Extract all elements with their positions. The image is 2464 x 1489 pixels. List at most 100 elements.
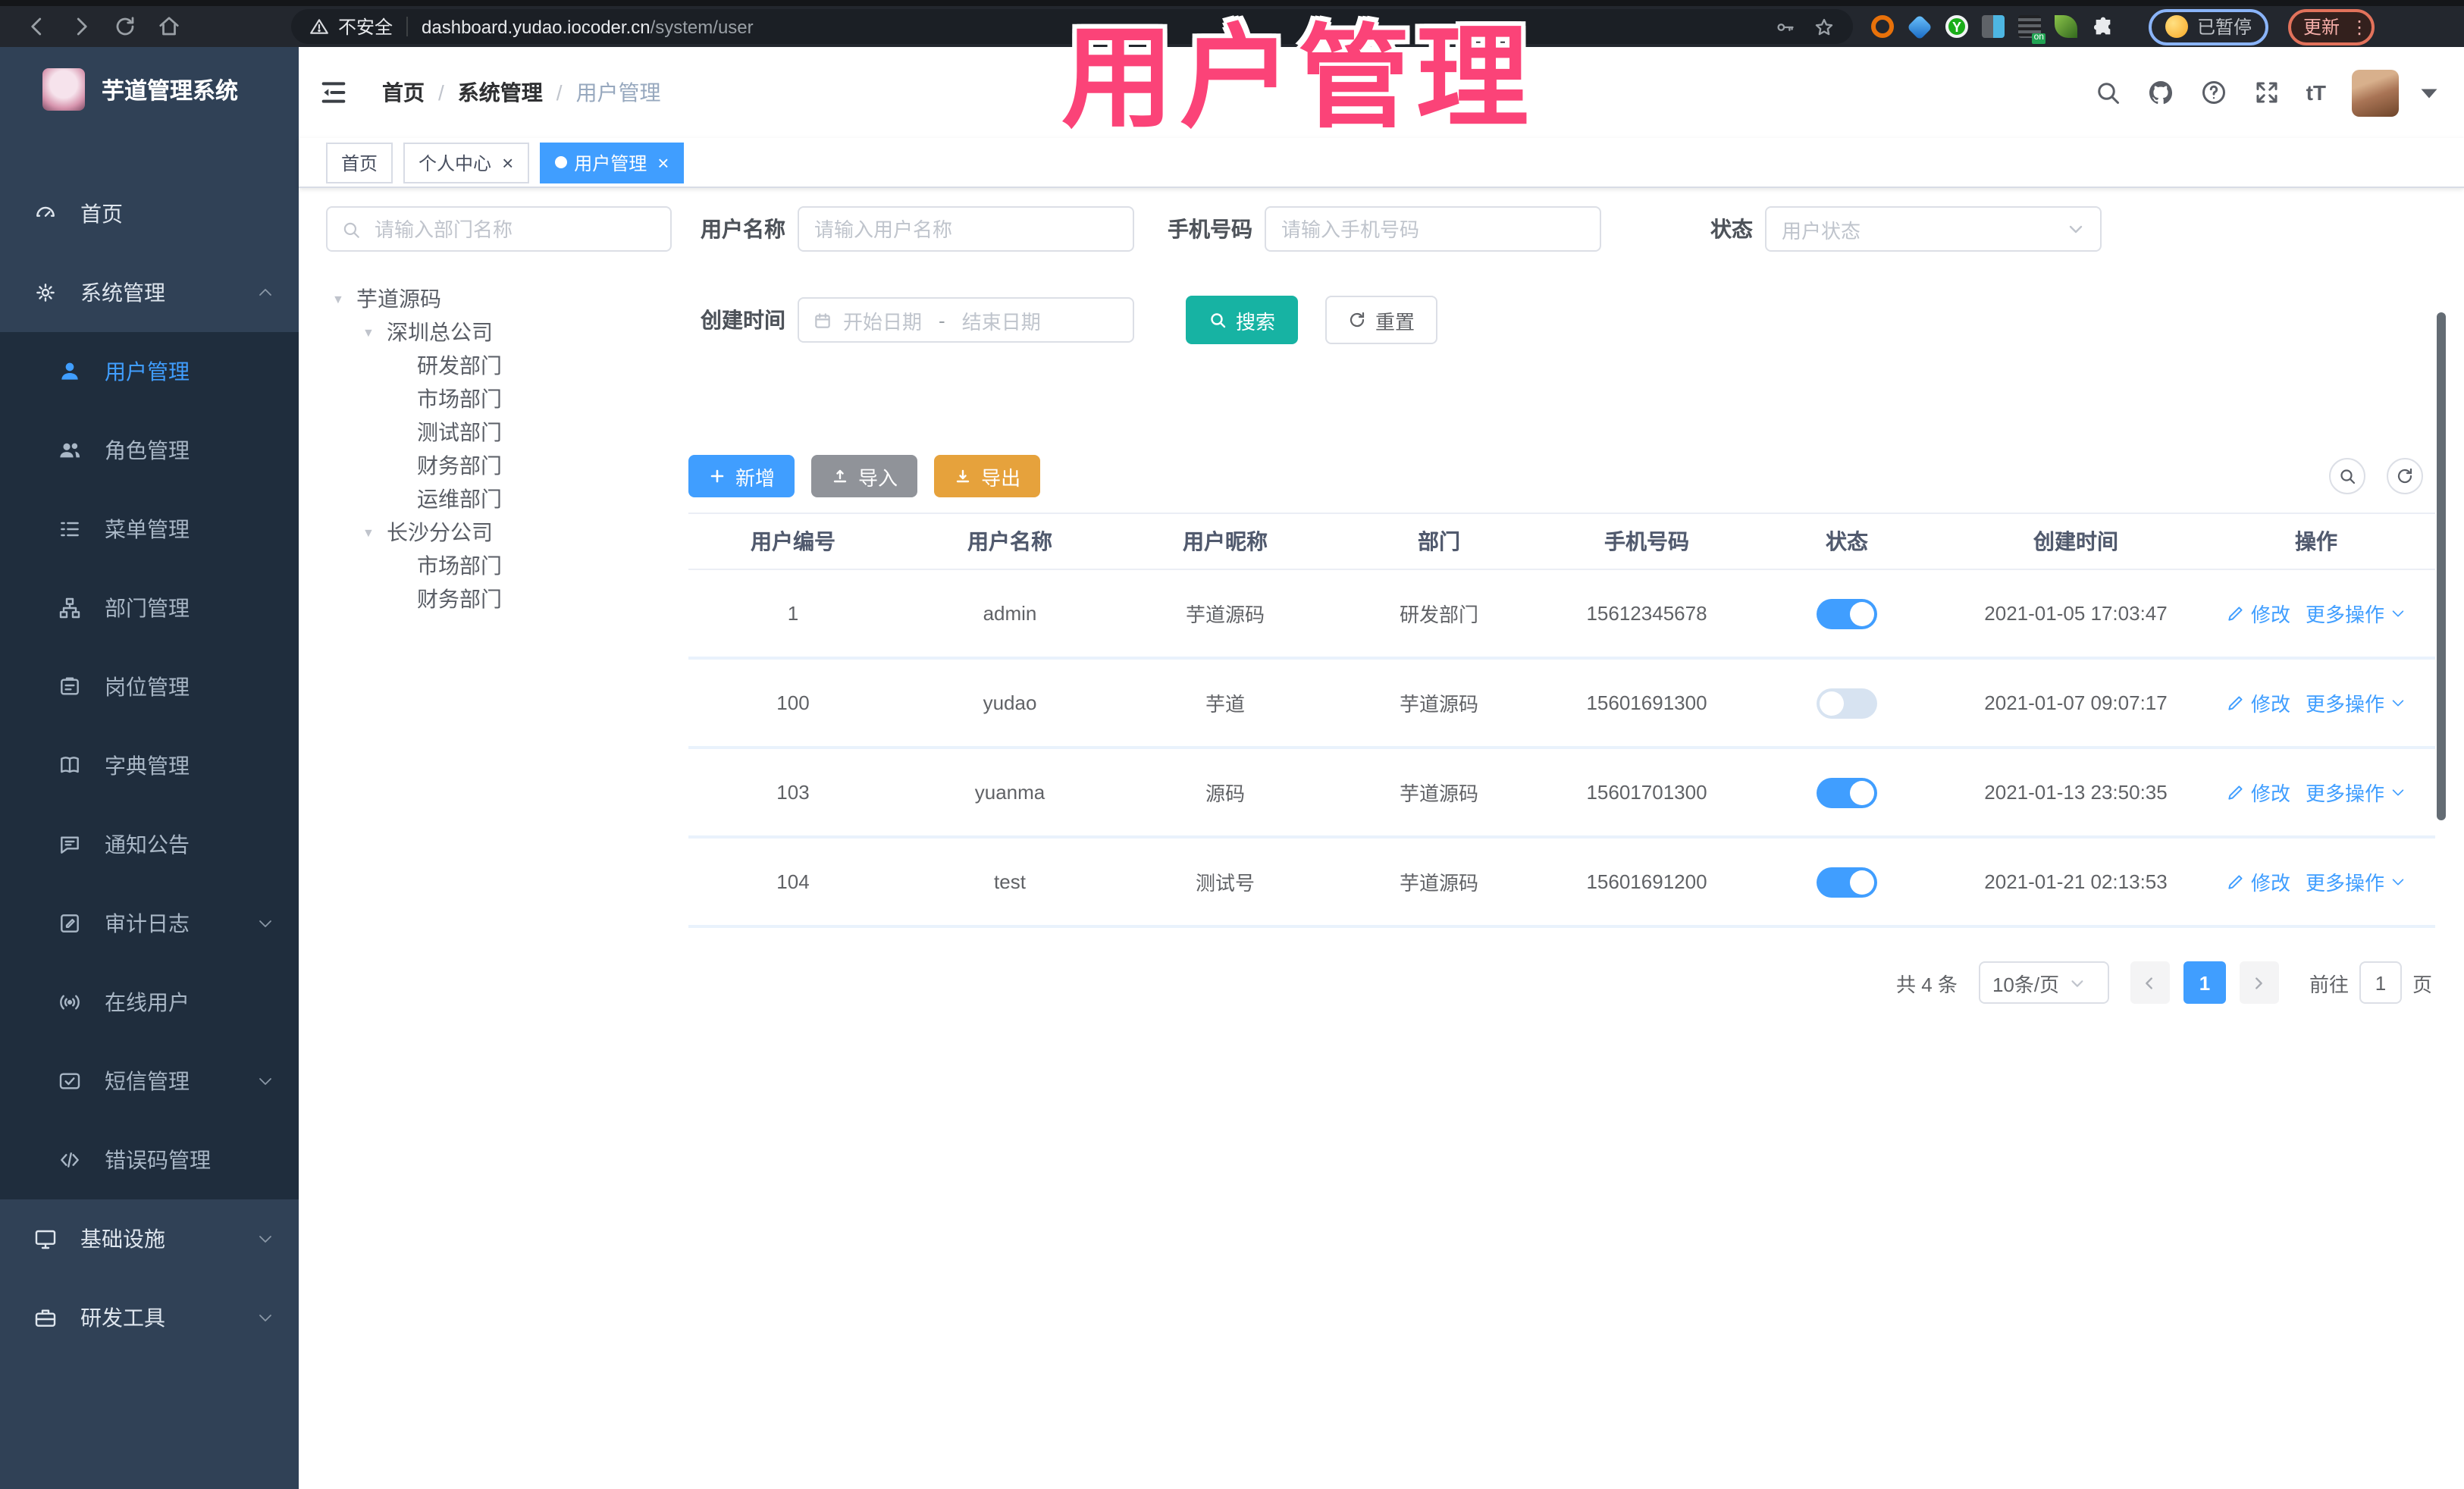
sidebar-item-system[interactable]: 系统管理	[0, 253, 299, 332]
tree-node[interactable]: 财务部门	[326, 582, 672, 616]
breadcrumb-system[interactable]: 系统管理	[458, 77, 543, 108]
tab-profile[interactable]: 个人中心 ×	[403, 142, 529, 183]
sidebar-item-dict[interactable]: 字典管理	[0, 726, 299, 805]
sidebar-item-home[interactable]: 首页	[0, 174, 299, 253]
audit-log-icon	[58, 911, 82, 936]
sidebar-item-label: 错误码管理	[105, 1148, 211, 1172]
tree-node[interactable]: 财务部门	[326, 449, 672, 482]
security-label[interactable]: 不安全	[338, 14, 393, 39]
edit-link[interactable]: 修改	[2227, 867, 2290, 896]
edit-link[interactable]: 修改	[2227, 778, 2290, 807]
sidebar-item-error-code[interactable]: 错误码管理	[0, 1121, 299, 1199]
status-toggle[interactable]	[1817, 598, 1877, 629]
page-url[interactable]: dashboard.yudao.iocoder.cn/system/user	[422, 16, 754, 37]
reload-icon[interactable]	[114, 15, 136, 38]
tree-node[interactable]: 市场部门	[326, 549, 672, 582]
tree-node[interactable]: 运维部门	[326, 482, 672, 516]
scrollbar-thumb[interactable]	[2437, 312, 2446, 820]
sidebar-collapse-icon[interactable]	[318, 77, 349, 108]
breadcrumb-home[interactable]: 首页	[382, 77, 425, 108]
tree-node[interactable]: 测试部门	[326, 415, 672, 449]
table-cell: 104	[776, 870, 810, 893]
close-icon[interactable]: ×	[502, 152, 513, 172]
status-toggle[interactable]	[1817, 688, 1877, 718]
sidebar-item-dept[interactable]: 部门管理	[0, 569, 299, 647]
date-range-picker[interactable]: 开始日期 - 结束日期	[798, 297, 1134, 343]
sidebar-item-label: 基础设施	[80, 1227, 165, 1251]
dept-search-input[interactable]	[371, 216, 657, 242]
tree-expand-caret-icon[interactable]: ▼	[332, 292, 356, 306]
close-icon[interactable]: ×	[657, 152, 669, 172]
page-number-1[interactable]: 1	[2183, 961, 2226, 1004]
help-icon[interactable]	[2200, 79, 2227, 106]
export-button[interactable]: 导出	[934, 455, 1041, 497]
extension-blue-gem-icon[interactable]	[1907, 14, 1933, 39]
refresh-table-button[interactable]	[2387, 458, 2423, 494]
prev-page-button[interactable]	[2130, 961, 2170, 1004]
reset-button[interactable]: 重置	[1325, 296, 1438, 344]
profile-paused-pill[interactable]: 已暂停	[2149, 8, 2269, 45]
mobile-input[interactable]	[1265, 206, 1601, 252]
next-page-button[interactable]	[2239, 961, 2279, 1004]
sidebar-item-devtools[interactable]: 研发工具	[0, 1278, 299, 1357]
back-icon[interactable]	[26, 15, 49, 38]
font-size-icon[interactable]: tT	[2306, 80, 2326, 105]
edit-link[interactable]: 修改	[2227, 599, 2290, 628]
overlay-title: 用户管理	[1061, 15, 1535, 141]
extension-leaf-icon[interactable]	[2055, 15, 2077, 38]
sidebar-item-user[interactable]: 用户管理	[0, 332, 299, 411]
page-size-select[interactable]: 10条/页	[1978, 961, 2109, 1004]
extension-orange-ring-icon[interactable]	[1871, 15, 1894, 38]
status-toggle[interactable]	[1817, 777, 1877, 807]
tree-node[interactable]: 研发部门	[326, 349, 672, 382]
users-icon	[58, 438, 82, 462]
username-input[interactable]	[798, 206, 1134, 252]
browser-update-button[interactable]: 更新 ⋮	[2288, 8, 2375, 45]
more-actions-link[interactable]: 更多操作	[2306, 778, 2406, 807]
fullscreen-icon[interactable]	[2253, 79, 2281, 106]
tree-expand-caret-icon[interactable]: ▼	[362, 325, 387, 339]
tab-home[interactable]: 首页	[326, 142, 393, 183]
goto-page-input[interactable]	[2359, 961, 2402, 1004]
sidebar-item-sms[interactable]: 短信管理	[0, 1042, 299, 1121]
browser-menu-kebab-icon[interactable]: ⋮	[2350, 17, 2368, 36]
edit-link[interactable]: 修改	[2227, 688, 2290, 717]
sidebar-item-menu[interactable]: 菜单管理	[0, 490, 299, 569]
status-toggle[interactable]	[1817, 867, 1877, 897]
search-icon[interactable]	[2094, 79, 2121, 106]
extensions-puzzle-icon[interactable]	[2091, 14, 2115, 39]
extension-grid-icon[interactable]	[1982, 15, 2005, 38]
import-button[interactable]: 导入	[811, 455, 918, 497]
tree-node[interactable]: ▼ 长沙分公司	[326, 516, 672, 549]
tree-node[interactable]: 市场部门	[326, 382, 672, 415]
more-actions-link[interactable]: 更多操作	[2306, 688, 2406, 717]
more-actions-label: 更多操作	[2306, 782, 2385, 805]
app-logo[interactable]: 芋道管理系统	[0, 47, 299, 132]
sidebar-item-audit-log[interactable]: 审计日志	[0, 884, 299, 963]
sidebar-item-post[interactable]: 岗位管理	[0, 647, 299, 726]
password-key-icon[interactable]	[1774, 16, 1795, 37]
sidebar-item-role[interactable]: 角色管理	[0, 411, 299, 490]
user-avatar[interactable]	[2352, 69, 2399, 116]
github-icon[interactable]	[2147, 79, 2174, 106]
sidebar-item-online-user[interactable]: 在线用户	[0, 963, 299, 1042]
toggle-search-button[interactable]	[2329, 458, 2365, 494]
status-select[interactable]: 用户状态	[1765, 206, 2102, 252]
more-actions-link[interactable]: 更多操作	[2306, 867, 2406, 896]
tree-node[interactable]: ▼ 深圳总公司	[326, 315, 672, 349]
sidebar-item-infra[interactable]: 基础设施	[0, 1199, 299, 1278]
home-icon[interactable]	[158, 15, 180, 38]
tree-node[interactable]: ▼ 芋道源码	[326, 282, 672, 315]
avatar-caret-down-icon[interactable]	[2415, 79, 2443, 106]
bookmark-star-icon[interactable]	[1814, 16, 1835, 37]
extension-list-icon[interactable]: on	[2018, 15, 2045, 44]
add-button[interactable]: 新增	[688, 455, 795, 497]
tree-expand-caret-icon[interactable]: ▼	[362, 525, 387, 539]
more-actions-link[interactable]: 更多操作	[2306, 599, 2406, 628]
sidebar-item-notice[interactable]: 通知公告	[0, 805, 299, 884]
tree-node-label: 深圳总公司	[387, 320, 493, 344]
forward-icon[interactable]	[70, 15, 92, 38]
extension-green-icon[interactable]: Y	[1945, 15, 1968, 38]
search-button[interactable]: 搜索	[1186, 296, 1299, 344]
tab-user-manage[interactable]: 用户管理 ×	[539, 142, 685, 183]
